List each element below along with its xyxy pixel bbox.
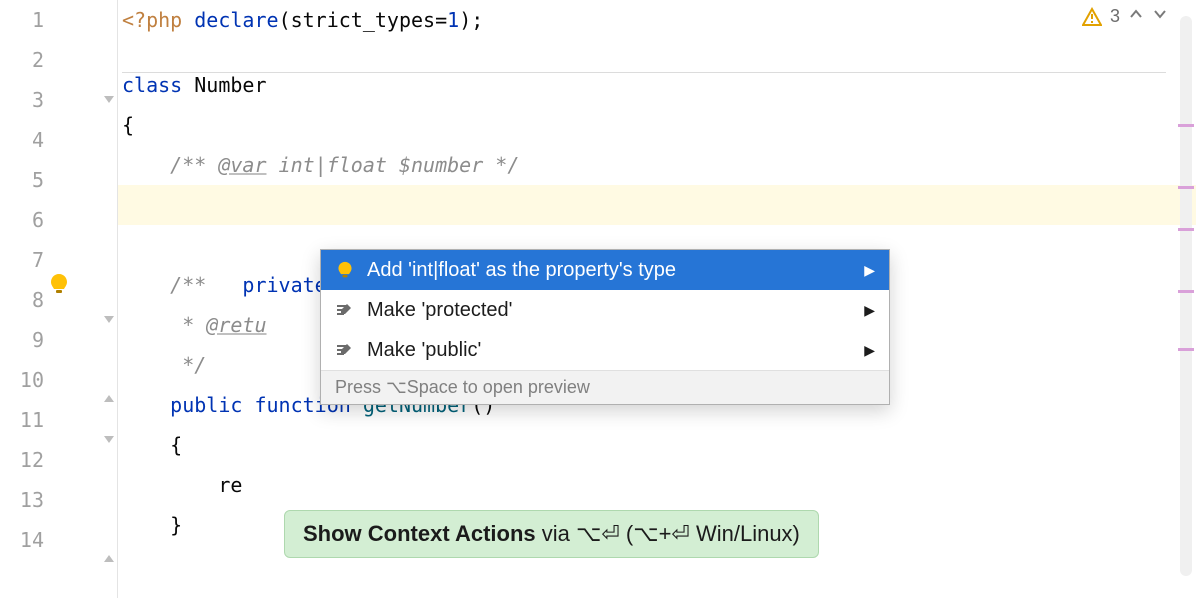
line-number: 10 <box>0 360 44 400</box>
intention-label: Add 'int|float' as the property's type <box>367 259 676 282</box>
fold-end-icon[interactable] <box>102 552 116 566</box>
intention-label: Make 'public' <box>367 339 481 362</box>
line-number: 12 <box>0 440 44 480</box>
next-highlight-icon[interactable] <box>1152 6 1168 27</box>
learn-hint-balloon: Show Context Actions via ⌥⏎ (⌥+⏎ Win/Lin… <box>284 510 819 558</box>
submenu-arrow-icon: ▶ <box>864 262 875 279</box>
hint-text: via ⌥⏎ (⌥+⏎ Win/Linux) <box>536 521 800 546</box>
line-number: 13 <box>0 480 44 520</box>
code-text: re <box>122 473 242 497</box>
intention-item-add-type[interactable]: Add 'int|float' as the property's type ▶ <box>321 250 889 290</box>
intention-bulb-icon[interactable] <box>48 193 70 215</box>
line-number: 14 <box>0 520 44 560</box>
line-number: 9 <box>0 320 44 360</box>
fold-toggle-icon[interactable] <box>102 312 116 326</box>
code-line[interactable]: <?php declare(strict_types=1); <box>118 0 1196 40</box>
line-number: 11 <box>0 400 44 440</box>
line-number: 4 <box>0 120 44 160</box>
doc-type: int|float <box>267 153 399 177</box>
line-number: 3 <box>0 80 44 120</box>
error-stripe-marker[interactable] <box>1178 290 1194 293</box>
edit-icon <box>335 300 355 320</box>
prev-highlight-icon[interactable] <box>1128 6 1144 27</box>
inspection-summary[interactable]: 3 <box>1082 6 1168 27</box>
number-literal: 1 <box>447 8 459 32</box>
error-stripe-marker[interactable] <box>1178 348 1194 351</box>
error-stripe-marker[interactable] <box>1178 186 1194 189</box>
line-number: 1 <box>0 0 44 40</box>
error-stripe-marker[interactable] <box>1178 124 1194 127</box>
fold-toggle-icon[interactable] <box>102 92 116 106</box>
intention-label: Make 'protected' <box>367 299 513 322</box>
editor-scrollbar[interactable] <box>1180 16 1192 576</box>
brace: { <box>122 433 182 457</box>
code-line[interactable]: class Number <box>118 65 1196 105</box>
edit-icon <box>335 340 355 360</box>
submenu-arrow-icon: ▶ <box>864 302 875 319</box>
warning-count: 3 <box>1110 6 1120 27</box>
bulb-icon <box>335 260 355 280</box>
line-number: 8 <box>0 280 44 320</box>
doc-var: $number <box>399 153 483 177</box>
hint-title: Show Context Actions <box>303 521 536 546</box>
code-line-current[interactable]: private $number; <box>118 185 1196 225</box>
line-number: 2 <box>0 40 44 80</box>
class-name: Number <box>182 73 266 97</box>
doc-comment: */ <box>122 353 206 377</box>
code-line[interactable]: { <box>118 105 1196 145</box>
intention-item-make-protected[interactable]: Make 'protected' ▶ <box>321 290 889 330</box>
doc-comment: /** <box>122 273 206 297</box>
keyword: public <box>122 393 254 417</box>
doc-tag: @var <box>218 153 266 177</box>
keyword: class <box>122 73 182 97</box>
doc-comment: * <box>122 313 206 337</box>
intention-item-make-public[interactable]: Make 'public' ▶ <box>321 330 889 370</box>
php-open-tag: <?php <box>122 8 182 32</box>
keyword: declare <box>194 8 278 32</box>
fold-end-icon[interactable] <box>102 392 116 406</box>
error-stripe-marker[interactable] <box>1178 228 1194 231</box>
brace: } <box>122 513 182 537</box>
code-line[interactable]: /** @var int|float $number */ <box>118 145 1196 185</box>
code-line[interactable]: re <box>118 465 1196 505</box>
doc-comment: */ <box>483 153 519 177</box>
doc-tag: @retu <box>206 313 266 337</box>
popup-hint: Press ⌥Space to open preview <box>321 370 889 404</box>
intention-actions-popup: Add 'int|float' as the property's type ▶… <box>320 249 890 405</box>
brace: { <box>122 113 134 137</box>
submenu-arrow-icon: ▶ <box>864 342 875 359</box>
doc-comment: /** <box>122 153 218 177</box>
warning-icon <box>1082 7 1102 27</box>
punct: ); <box>459 8 483 32</box>
code-line[interactable]: { <box>118 425 1196 465</box>
line-number: 7 <box>0 240 44 280</box>
line-number: 6 <box>0 200 44 240</box>
punct: (strict_types= <box>279 8 448 32</box>
fold-toggle-icon[interactable] <box>102 432 116 446</box>
line-number: 5 <box>0 160 44 200</box>
